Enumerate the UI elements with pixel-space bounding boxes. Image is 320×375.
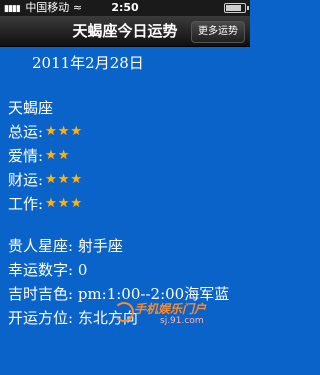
star-icon: ★★★ xyxy=(45,124,84,139)
star-icon: ★★ xyxy=(45,148,71,163)
sign-name: 天蝎座 xyxy=(8,99,54,117)
more-fortune-button[interactable]: 更多运势 xyxy=(191,21,245,43)
status-bar: ▮▮▮▮ 中国移动 ≈ 2:50 xyxy=(0,0,250,16)
rating-label: 工作: xyxy=(8,195,44,213)
star-icon: ★★★ xyxy=(45,172,84,187)
detail-lucky-number: 幸运数字: 0 xyxy=(8,261,88,279)
rating-label: 财运: xyxy=(8,171,44,189)
swirl-logo-icon xyxy=(114,302,134,322)
site-watermark: 手机娱乐门户 sj.91.com xyxy=(114,300,248,370)
date-label: 2011年2月28日 xyxy=(32,54,144,72)
status-time: 2:50 xyxy=(111,1,139,14)
ratings-block: 天蝎座 总运: ★★★ 爱情: ★★ 财运: ★★★ 工作: ★★★ xyxy=(8,96,83,216)
nav-bar: 天蝎座今日运势 更多运势 xyxy=(0,16,250,47)
watermark-logo: 手机娱乐门户 xyxy=(134,302,207,316)
rating-row-wealth: 财运: ★★★ xyxy=(8,168,83,192)
watermark-site: sj.91.com xyxy=(160,316,204,326)
rating-row-work: 工作: ★★★ xyxy=(8,192,83,216)
rating-label: 爱情: xyxy=(8,147,44,165)
star-icon: ★★★ xyxy=(45,196,84,211)
rating-row-love: 爱情: ★★ xyxy=(8,144,83,168)
battery-icon xyxy=(224,3,249,13)
detail-noble-sign: 贵人星座: 射手座 xyxy=(8,237,123,255)
rating-row-overall: 总运: ★★★ xyxy=(8,120,83,144)
rating-label: 总运: xyxy=(8,123,44,141)
